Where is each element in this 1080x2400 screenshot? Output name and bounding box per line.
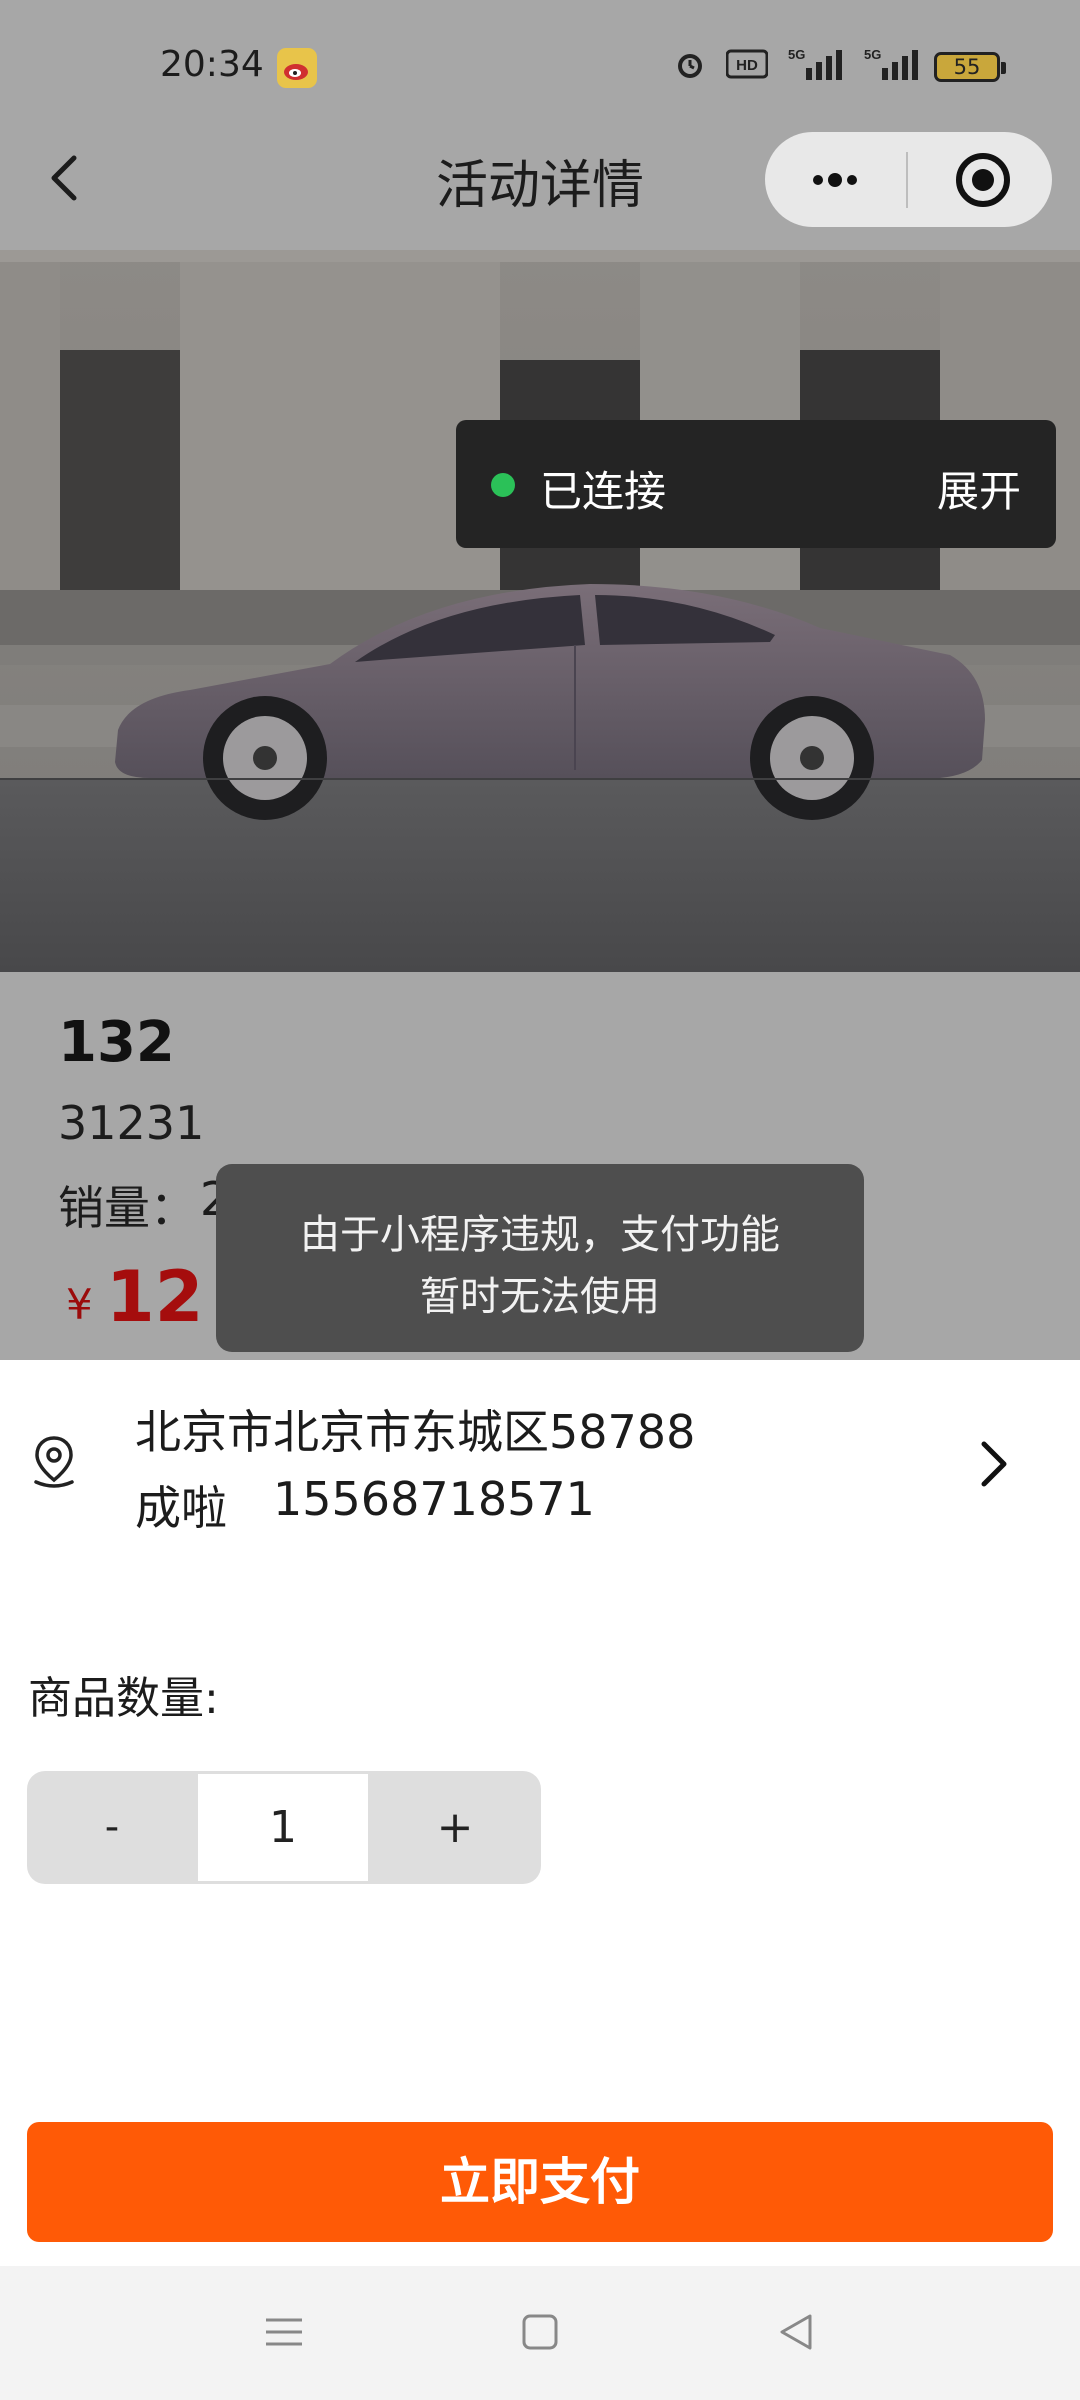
increment-button[interactable]: + xyxy=(369,1771,541,1884)
contact-phone: 15568718571 xyxy=(273,1472,595,1526)
connection-status-dot xyxy=(491,473,515,497)
sales-label: 销量： xyxy=(58,1181,196,1235)
svg-text:5G: 5G xyxy=(788,47,805,62)
capsule-divider xyxy=(906,152,908,208)
pay-now-button[interactable]: 立即支付 xyxy=(27,2122,1053,2242)
quantity-input[interactable]: 1 xyxy=(198,1774,368,1881)
back-triangle-icon[interactable] xyxy=(774,2310,818,2354)
svg-text:5G: 5G xyxy=(864,47,881,62)
product-image xyxy=(0,250,1080,972)
chevron-right-icon[interactable] xyxy=(972,1432,1016,1496)
price-currency: ¥ xyxy=(66,1280,93,1329)
product-description: 31231 xyxy=(58,1096,205,1150)
quantity-stepper: - 1 + xyxy=(27,1771,541,1884)
menu-icon[interactable] xyxy=(262,2310,306,2354)
weibo-icon xyxy=(277,48,317,88)
quantity-label: 商品数量: xyxy=(28,1673,219,1724)
status-time: 20:34 xyxy=(160,44,264,85)
product-name: 132 xyxy=(58,1010,175,1075)
5g-signal-icon: 5G xyxy=(864,47,918,80)
contact-name: 成啦 xyxy=(135,1481,227,1535)
more-dots-icon[interactable] xyxy=(800,158,870,202)
toast-message-line1: 由于小程序违规，支付功能 xyxy=(300,1212,780,1258)
svg-text:HD: HD xyxy=(736,57,758,74)
battery-tip xyxy=(1001,62,1006,74)
address-line: 北京市北京市东城区58788 xyxy=(135,1405,696,1459)
location-pin-icon xyxy=(34,1436,74,1488)
5g-signal-icon: 5G xyxy=(788,47,842,80)
battery-level: 55 xyxy=(953,55,981,79)
hd-icon: HD xyxy=(726,49,768,79)
target-icon[interactable] xyxy=(950,152,1016,208)
expand-button[interactable]: 展开 xyxy=(937,458,1021,519)
home-square-icon[interactable] xyxy=(518,2310,562,2354)
alarm-icon xyxy=(678,54,702,78)
product-price: 12 xyxy=(106,1256,204,1338)
connection-status-text: 已连接 xyxy=(540,467,667,516)
decrement-button[interactable]: - xyxy=(27,1771,197,1884)
toast-message-line2: 暂时无法使用 xyxy=(420,1274,660,1320)
